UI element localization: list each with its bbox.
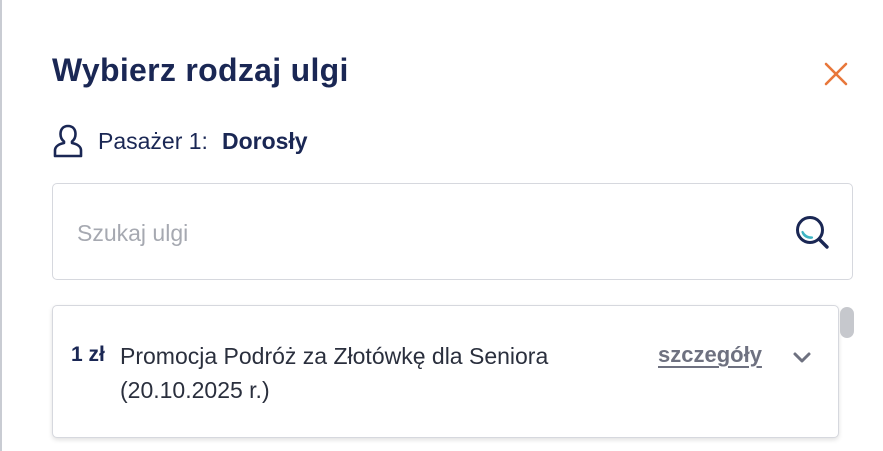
scrollbar[interactable] [839, 305, 855, 451]
dialog-title: Wybierz rodzaj ulgi [52, 52, 349, 88]
close-icon [824, 62, 848, 86]
close-button[interactable] [820, 58, 852, 90]
passenger-type: Dorosły [221, 127, 308, 154]
discount-name: Promocja Podróż za Złotówkę dla Seniora … [120, 343, 549, 403]
discount-dialog: Wybierz rodzaj ulgi Pasażer 1: Dorosły 1… [0, 0, 883, 451]
details-link[interactable]: szczegóły [658, 342, 762, 368]
chevron-down-icon[interactable] [791, 348, 813, 366]
passenger-label: Pasażer 1: [98, 127, 208, 154]
discount-list: 1 zł Promocja Podróż za Złotówkę dla Sen… [52, 305, 839, 438]
search-box [52, 183, 853, 280]
person-icon [53, 124, 83, 158]
search-icon[interactable] [793, 213, 833, 253]
discount-price: 1 zł [71, 343, 105, 366]
passenger-info: Pasażer 1: Dorosły [52, 122, 308, 160]
search-input[interactable] [75, 212, 759, 254]
scrollbar-thumb[interactable] [840, 307, 854, 338]
